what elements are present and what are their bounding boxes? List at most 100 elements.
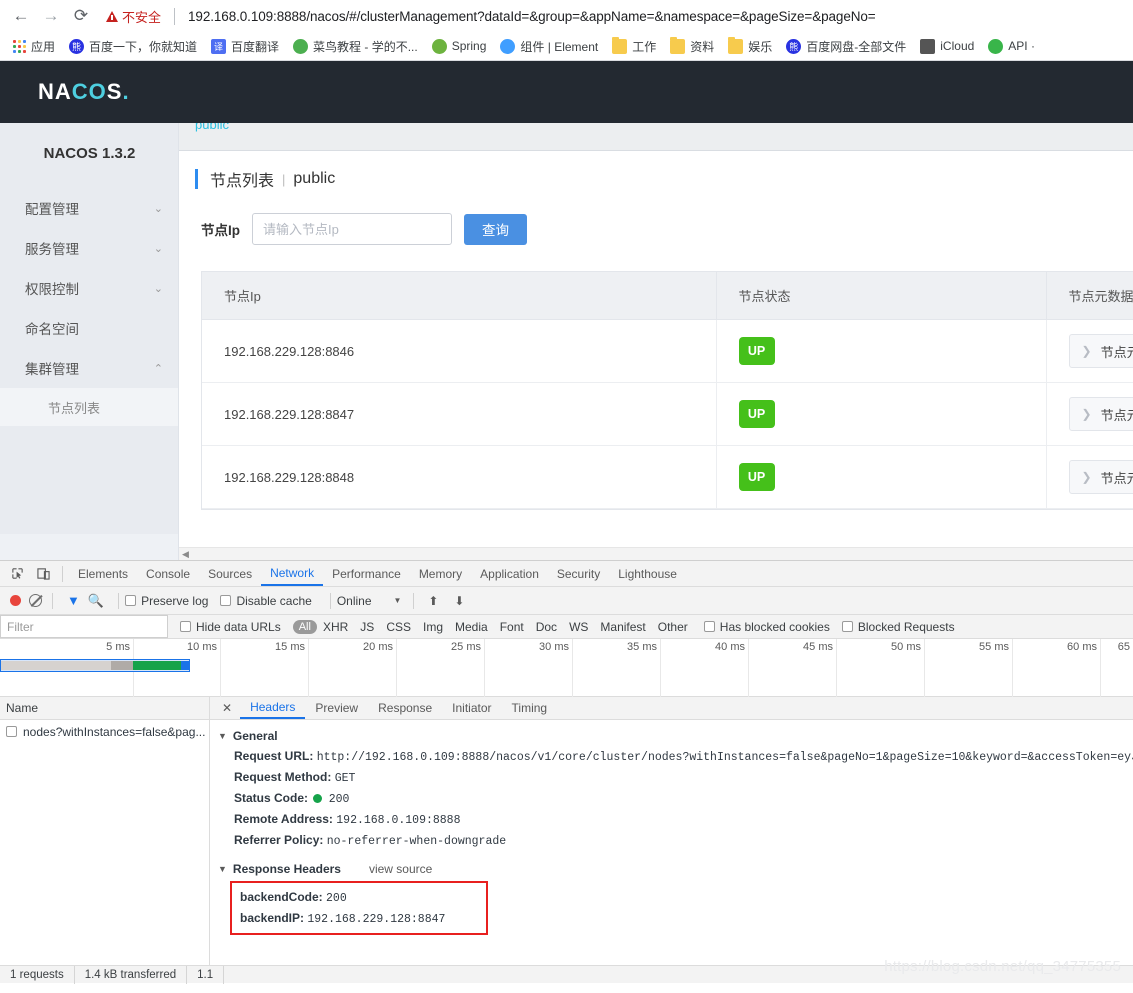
metadata-expand-button[interactable]: ❯ 节点元数 (1068, 460, 1133, 494)
general-section-header[interactable]: ▼ General (210, 726, 1133, 746)
devtools-tab-security[interactable]: Security (548, 561, 609, 586)
detail-tab-headers[interactable]: Headers (240, 697, 306, 719)
bookmark-spring[interactable]: Spring (425, 37, 494, 56)
search-icon[interactable]: 🔍 (88, 593, 104, 609)
filter-type-other[interactable]: Other (658, 620, 688, 634)
disable-cache-control[interactable]: Disable cache (220, 594, 312, 608)
security-warning[interactable]: 不安全 (106, 7, 161, 26)
clear-icon[interactable] (29, 594, 42, 607)
blocked-requests-checkbox[interactable] (841, 621, 853, 632)
timeline-tick-label: 60 ms (1067, 641, 1097, 653)
device-toolbar-icon[interactable] (30, 563, 56, 585)
devtools-tab-performance[interactable]: Performance (323, 561, 410, 586)
network-filter-bar: Filter Hide data URLs All XHR JS CSS Img… (0, 615, 1133, 639)
sidebar-item-node-list[interactable]: 节点列表 (0, 388, 179, 426)
devtools-tab-lighthouse[interactable]: Lighthouse (609, 561, 686, 586)
column-header-ip: 节点Ip (202, 272, 717, 320)
detail-tab-timing[interactable]: Timing (502, 697, 558, 719)
sidebar-item-service[interactable]: 服务管理 ⌄ (0, 228, 179, 268)
omnibox-row: ← → ⟳ 不安全 192.168.0.109:8888/nacos/#/clu… (0, 0, 1133, 32)
filter-type-js[interactable]: JS (360, 620, 374, 634)
warning-triangle-icon (106, 10, 118, 22)
bookmark-baidu-pan[interactable]: 熊 百度网盘-全部文件 (779, 36, 913, 57)
sidebar-item-label: 命名空间 (25, 322, 79, 337)
content-horizontal-scrollbar[interactable]: ◀ (179, 547, 1133, 560)
filter-type-manifest[interactable]: Manifest (600, 620, 645, 634)
upload-icon[interactable]: ⬆ (420, 590, 446, 612)
bookmark-folder-docs[interactable]: 资料 (663, 36, 721, 57)
response-headers-section-header[interactable]: ▼ Response Headers view source (210, 859, 1133, 879)
filter-type-font[interactable]: Font (500, 620, 524, 634)
sidebar-filler (0, 534, 179, 560)
metadata-expand-button[interactable]: ❯ 节点元数 (1068, 334, 1133, 368)
devtools-tab-network[interactable]: Network (261, 561, 324, 586)
header-key: Referrer Policy: (234, 833, 324, 847)
hide-data-urls-label: Hide data URLs (196, 619, 281, 634)
preserve-log-control[interactable]: Preserve log (125, 594, 208, 608)
detail-tab-preview[interactable]: Preview (305, 697, 368, 719)
record-icon[interactable] (10, 595, 21, 606)
baidu-icon: 熊 (69, 38, 85, 54)
nacos-logo[interactable]: NACOS. (38, 79, 130, 105)
devtools-tab-sources[interactable]: Sources (199, 561, 261, 586)
download-icon[interactable]: ⬇ (446, 590, 472, 612)
node-ip-input[interactable] (252, 213, 452, 245)
metadata-expand-button[interactable]: ❯ 节点元数 (1068, 397, 1133, 431)
bookmark-icloud[interactable]: iCloud (913, 37, 981, 56)
namespace-tab-public[interactable]: public (195, 123, 229, 132)
filter-type-media[interactable]: Media (455, 620, 488, 634)
bookmark-folder-fun[interactable]: 娱乐 (721, 36, 779, 57)
preserve-log-checkbox[interactable] (125, 595, 137, 606)
filter-type-ws[interactable]: WS (569, 620, 588, 634)
hide-data-urls-control[interactable]: Hide data URLs (180, 620, 281, 634)
throttling-value: Online (336, 593, 372, 608)
metadata-label: 节点元数 (1100, 344, 1133, 360)
bookmark-element[interactable]: 组件 | Element (493, 36, 605, 57)
view-source-link[interactable]: view source (369, 862, 432, 876)
bookmark-baidu-translate[interactable]: 译 百度翻译 (204, 36, 286, 57)
filter-type-xhr[interactable]: XHR (323, 620, 348, 634)
devtools-tab-memory[interactable]: Memory (410, 561, 471, 586)
devtools-tab-application[interactable]: Application (471, 561, 548, 586)
request-list-item[interactable]: nodes?withInstances=false&pag... (0, 720, 209, 743)
forward-arrow-icon[interactable]: → (38, 3, 64, 29)
detail-tab-initiator[interactable]: Initiator (442, 697, 501, 719)
detail-tab-response[interactable]: Response (368, 697, 442, 719)
has-blocked-cookies-control[interactable]: Has blocked cookies (703, 620, 830, 634)
bookmark-baidu[interactable]: 熊 百度一下，你就知道 (62, 36, 204, 57)
query-button[interactable]: 查询 (464, 213, 527, 245)
bookmark-label: 百度一下，你就知道 (89, 39, 198, 54)
scroll-left-arrow-icon[interactable]: ◀ (182, 549, 189, 560)
sidebar-item-label: 权限控制 (25, 282, 79, 297)
sidebar-item-auth[interactable]: 权限控制 ⌄ (0, 268, 179, 308)
filter-type-doc[interactable]: Doc (536, 620, 557, 634)
reload-icon[interactable]: ⟳ (68, 3, 94, 29)
back-arrow-icon[interactable]: ← (8, 3, 34, 29)
url-input[interactable]: 192.168.0.109:8888/nacos/#/clusterManage… (188, 9, 876, 24)
inspect-element-icon[interactable] (4, 563, 30, 585)
request-checkbox[interactable] (6, 726, 17, 737)
throttling-select[interactable]: Online ▼ (337, 594, 402, 608)
sidebar-item-config[interactable]: 配置管理 ⌄ (0, 188, 179, 228)
bookmark-folder-work[interactable]: 工作 (605, 36, 663, 57)
chevron-right-icon: ❯ (1081, 407, 1092, 421)
sidebar-item-cluster[interactable]: 集群管理 ⌃ (0, 348, 179, 388)
filter-input[interactable]: Filter (0, 615, 168, 638)
devtools-tab-elements[interactable]: Elements (69, 561, 137, 586)
devtools-tab-console[interactable]: Console (137, 561, 199, 586)
disable-cache-checkbox[interactable] (220, 595, 232, 606)
filter-type-css[interactable]: CSS (386, 620, 411, 634)
has-blocked-cookies-checkbox[interactable] (703, 621, 715, 632)
filter-type-img[interactable]: Img (423, 620, 443, 634)
bookmark-runoob[interactable]: 菜鸟教程 - 学的不... (286, 36, 425, 57)
api-icon (988, 38, 1004, 54)
bookmark-apps[interactable]: 应用 (6, 36, 62, 57)
network-overview-timeline[interactable]: 5 ms 10 ms 15 ms 20 ms 25 ms 30 ms 35 ms… (0, 639, 1133, 697)
filter-type-all[interactable]: All (292, 619, 317, 634)
close-icon[interactable]: ✕ (214, 701, 240, 715)
hide-data-urls-checkbox[interactable] (180, 621, 191, 632)
bookmark-api[interactable]: API · (981, 37, 1042, 56)
funnel-icon[interactable]: ▼ (67, 593, 80, 608)
sidebar-item-namespace[interactable]: 命名空间 (0, 308, 179, 348)
blocked-requests-control[interactable]: Blocked Requests (841, 620, 955, 634)
